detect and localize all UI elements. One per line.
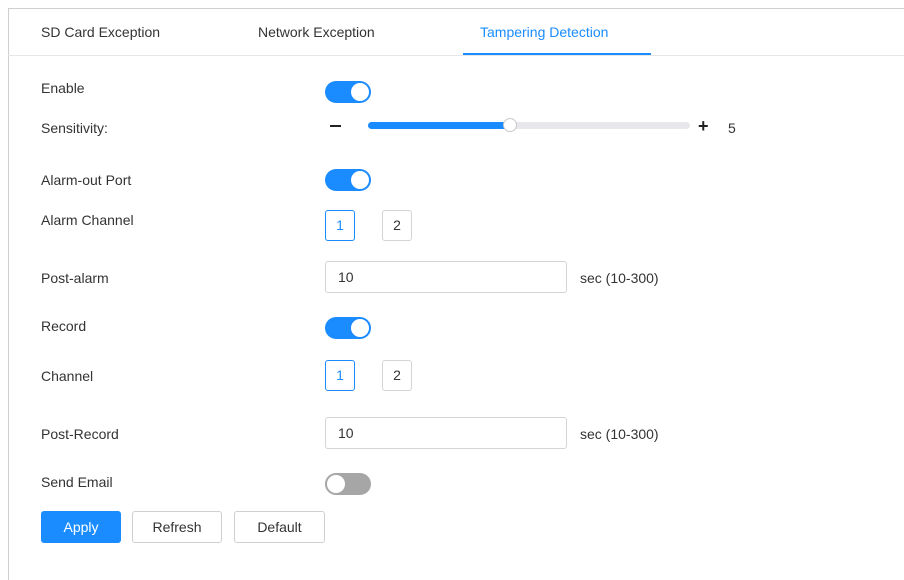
toggle-knob xyxy=(327,475,345,493)
sensitivity-slider[interactable] xyxy=(368,118,690,132)
channel-label: Channel xyxy=(41,368,94,384)
channel-option-1[interactable]: 1 xyxy=(325,360,355,391)
plus-icon[interactable]: + xyxy=(698,117,709,135)
toggle-knob xyxy=(351,171,369,189)
active-tab-indicator xyxy=(463,53,651,55)
refresh-button[interactable]: Refresh xyxy=(132,511,222,543)
post-record-unit: sec (10-300) xyxy=(580,426,659,442)
alarm-channel-option-2[interactable]: 2 xyxy=(382,210,412,241)
record-toggle[interactable] xyxy=(325,317,371,339)
send-email-label: Send Email xyxy=(41,474,113,490)
post-record-input[interactable] xyxy=(325,417,567,449)
alarm-out-port-toggle[interactable] xyxy=(325,169,371,191)
post-alarm-unit: sec (10-300) xyxy=(580,270,659,286)
sensitivity-value: 5 xyxy=(728,120,736,136)
toggle-knob xyxy=(351,319,369,337)
toggle-knob xyxy=(351,83,369,101)
apply-button[interactable]: Apply xyxy=(41,511,121,543)
post-record-label: Post-Record xyxy=(41,426,119,442)
alarm-out-port-label: Alarm-out Port xyxy=(41,172,132,188)
post-alarm-label: Post-alarm xyxy=(41,270,109,286)
record-label: Record xyxy=(41,318,87,334)
sensitivity-label: Sensitivity: xyxy=(41,120,108,136)
enable-toggle[interactable] xyxy=(325,81,371,103)
alarm-channel-option-1[interactable]: 1 xyxy=(325,210,355,241)
slider-thumb[interactable] xyxy=(502,118,517,132)
default-button[interactable]: Default xyxy=(234,511,325,543)
channel-option-2[interactable]: 2 xyxy=(382,360,412,391)
slider-fill xyxy=(368,122,510,129)
tab-sd-card-exception[interactable]: SD Card Exception xyxy=(41,9,160,55)
enable-label: Enable xyxy=(41,80,85,96)
post-alarm-input[interactable] xyxy=(325,261,567,293)
minus-icon[interactable] xyxy=(330,125,341,127)
tab-tampering-detection[interactable]: Tampering Detection xyxy=(480,9,608,55)
tab-network-exception[interactable]: Network Exception xyxy=(258,9,375,55)
settings-panel xyxy=(8,8,904,580)
send-email-toggle[interactable] xyxy=(325,473,371,495)
tab-bar: SD Card Exception Network Exception Tamp… xyxy=(8,9,904,56)
alarm-channel-label: Alarm Channel xyxy=(41,212,134,228)
